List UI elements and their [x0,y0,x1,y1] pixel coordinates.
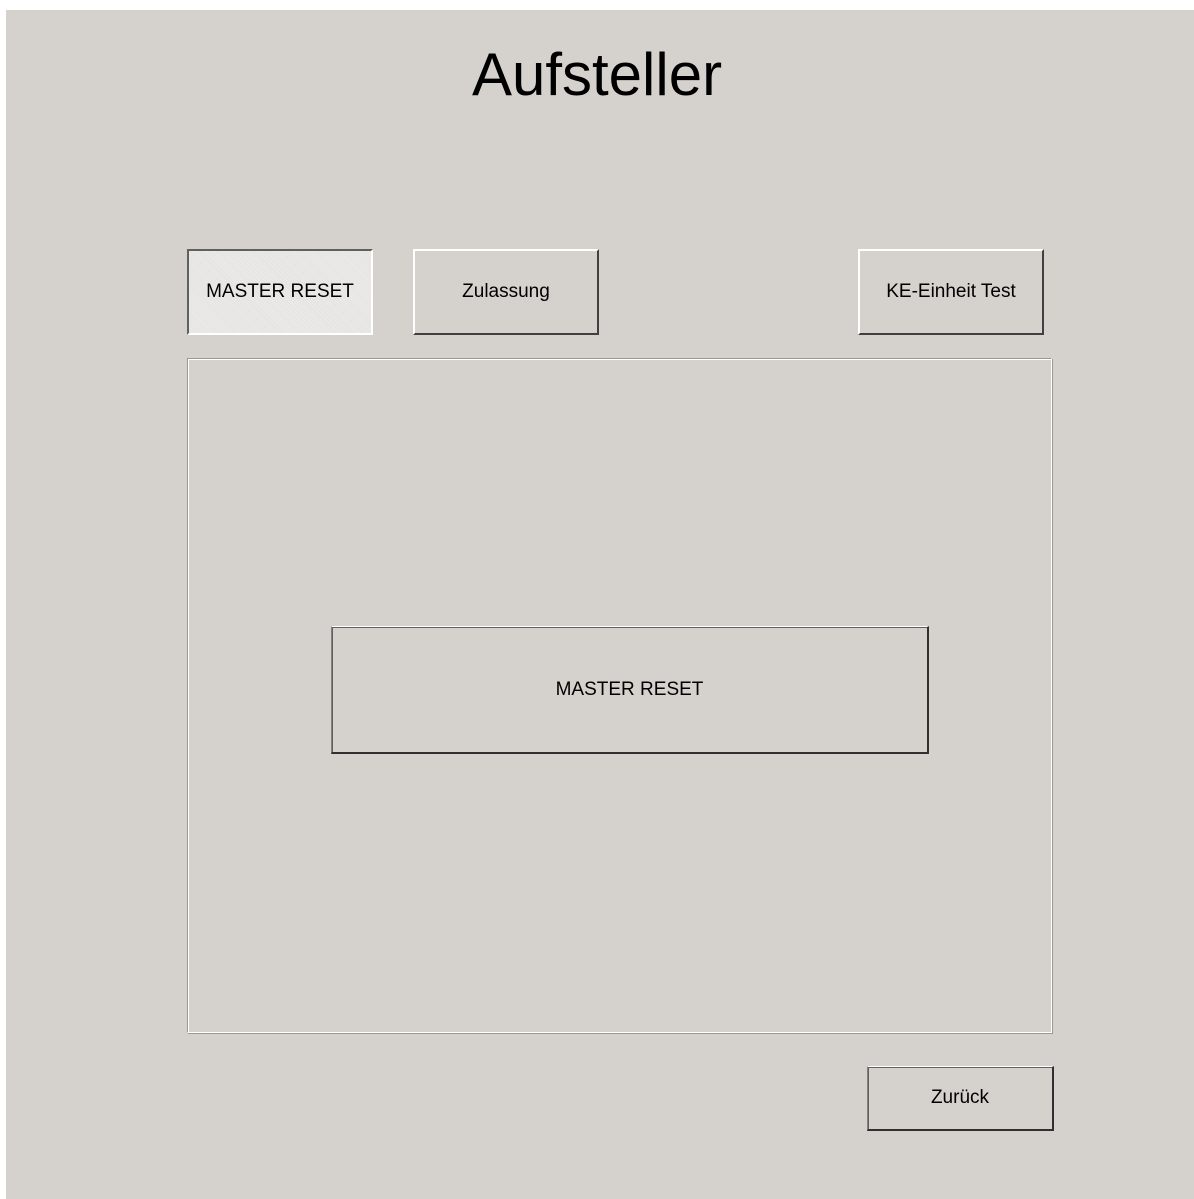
tab-ke-einheit-test[interactable]: KE-Einheit Test [858,249,1044,335]
page-title: Aufsteller [471,41,723,108]
master-reset-button[interactable]: MASTER RESET [331,626,929,754]
tab-master-reset[interactable]: MASTER RESET [187,249,373,335]
tab-zulassung[interactable]: Zulassung [413,249,599,335]
back-button[interactable]: Zurück [867,1066,1054,1131]
